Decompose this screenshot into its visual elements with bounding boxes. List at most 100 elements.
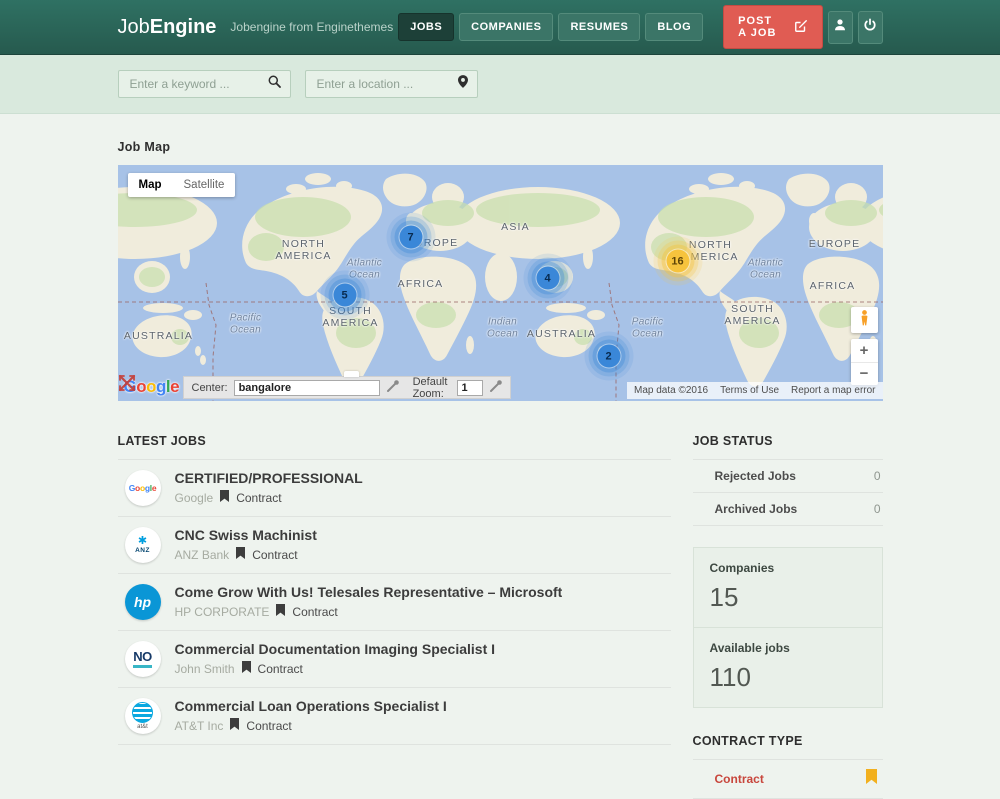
- contract-type-widget: CONTRACT TYPE Contract: [693, 734, 883, 799]
- search-icon[interactable]: [268, 75, 281, 93]
- pegman-icon: [859, 309, 870, 332]
- sidebar: JOB STATUS Rejected Jobs 0 Archived Jobs…: [693, 434, 883, 799]
- status-count: 0: [874, 469, 881, 483]
- post-a-job-button[interactable]: POST A JOB: [723, 5, 822, 49]
- nav-item-jobs[interactable]: JOBS: [398, 13, 454, 41]
- job-title[interactable]: CERTIFIED/PROFESSIONAL: [175, 471, 363, 486]
- company-logo-att: at&t: [125, 698, 161, 734]
- account-button[interactable]: [828, 11, 853, 44]
- job-map-title: Job Map: [118, 140, 883, 154]
- latest-jobs-section: LATEST JOBS Google CERTIFIED/PROFESSIONA…: [118, 434, 671, 799]
- keyword-search-field[interactable]: [118, 70, 291, 98]
- status-label: Rejected Jobs: [715, 469, 796, 483]
- site-stats-box: Companies 15 Available jobs 110: [693, 547, 883, 708]
- job-title[interactable]: CNC Swiss Machinist: [175, 528, 317, 543]
- job-list-item[interactable]: at&t Commercial Loan Operations Speciali…: [118, 688, 671, 745]
- sidebar-item-contract[interactable]: Contract: [693, 760, 883, 799]
- bookmark-icon: [236, 547, 245, 562]
- att-globe-icon: [132, 702, 153, 723]
- default-zoom-input[interactable]: [457, 380, 483, 396]
- location-pin-icon[interactable]: [458, 75, 468, 93]
- job-list-item[interactable]: Google CERTIFIED/PROFESSIONAL Google Con…: [118, 460, 671, 517]
- default-zoom-label: Default Zoom:: [413, 376, 451, 400]
- location-input[interactable]: [315, 76, 458, 92]
- sidebar-item-rejected-jobs[interactable]: Rejected Jobs 0: [693, 460, 883, 493]
- job-company: HP CORPORATE: [175, 605, 270, 619]
- stat-label: Available jobs: [710, 641, 866, 655]
- job-list-item[interactable]: ✱ ANZ CNC Swiss Machinist ANZ Bank Contr…: [118, 517, 671, 574]
- location-search-field[interactable]: [305, 70, 478, 98]
- stat-companies: Companies 15: [694, 548, 882, 627]
- job-type: Contract: [258, 662, 303, 676]
- set-center-tool-icon[interactable]: [386, 380, 399, 396]
- map-type-map-button[interactable]: Map: [128, 173, 173, 197]
- company-logo-hp: hp: [125, 584, 161, 620]
- job-type: Contract: [246, 719, 291, 733]
- job-title[interactable]: Come Grow With Us! Telesales Representat…: [175, 585, 563, 600]
- job-company: Google: [175, 491, 214, 505]
- att-logo-text: at&t: [137, 724, 148, 730]
- anz-flower-icon: ✱: [138, 536, 147, 547]
- company-logo-anz: ✱ ANZ: [125, 527, 161, 563]
- stat-value: 110: [710, 662, 866, 693]
- logo-text-light: Job: [118, 16, 150, 38]
- site-logo[interactable]: JobEngine: [118, 16, 217, 39]
- settings-bar-tab[interactable]: [344, 371, 359, 377]
- bookmark-icon: [276, 604, 285, 619]
- bookmark-icon: [220, 490, 229, 505]
- map-attribution: Map data ©2016 Terms of Use Report a map…: [627, 382, 882, 399]
- map-zoom-control: + −: [851, 339, 878, 385]
- job-list-item[interactable]: NO Commercial Documentation Imaging Spec…: [118, 631, 671, 688]
- contract-label: Contract: [715, 772, 764, 786]
- world-map-graphic: [118, 165, 883, 401]
- map-type-satellite-button[interactable]: Satellite: [173, 173, 236, 197]
- company-logo-no: NO: [125, 641, 161, 677]
- no-logo-text: NO: [133, 650, 152, 667]
- report-map-error-link[interactable]: Report a map error: [791, 385, 875, 396]
- map-cluster-marker-north-america[interactable]: 16: [666, 250, 689, 273]
- primary-nav: JOBS COMPANIES RESUMES BLOG: [393, 13, 703, 41]
- job-status-title: JOB STATUS: [693, 434, 883, 460]
- map-cluster-marker-south-america[interactable]: 5: [333, 284, 356, 307]
- stat-available-jobs: Available jobs 110: [694, 627, 882, 707]
- status-label: Archived Jobs: [715, 502, 798, 516]
- top-navbar: JobEngine Jobengine from Enginethemes JO…: [0, 0, 1000, 55]
- stat-value: 15: [710, 582, 866, 613]
- google-mini-logo: Google: [129, 483, 157, 493]
- job-company: AT&T Inc: [175, 719, 224, 733]
- map-cluster-marker-asia[interactable]: 4: [536, 267, 559, 290]
- map-type-control: Map Satellite: [128, 173, 236, 197]
- job-map[interactable]: AUSTRALIA Pacific Ocean NORTH AMERICA At…: [118, 165, 883, 401]
- latest-jobs-title: LATEST JOBS: [118, 434, 671, 460]
- map-cluster-marker-oceania[interactable]: 2: [597, 345, 620, 368]
- keyword-input[interactable]: [128, 76, 268, 92]
- nav-item-companies[interactable]: COMPANIES: [459, 13, 553, 41]
- nav-item-blog[interactable]: BLOG: [645, 13, 703, 41]
- logo-text-bold: Engine: [150, 16, 217, 38]
- zoom-in-button[interactable]: +: [851, 339, 878, 363]
- job-title[interactable]: Commercial Documentation Imaging Special…: [175, 642, 496, 657]
- set-zoom-tool-icon[interactable]: [489, 380, 502, 396]
- map-cluster-marker-europe[interactable]: 7: [399, 226, 422, 249]
- sidebar-item-archived-jobs[interactable]: Archived Jobs 0: [693, 493, 883, 526]
- terms-of-use-link[interactable]: Terms of Use: [720, 385, 779, 396]
- person-icon: [833, 18, 847, 37]
- map-settings-bar: Center: Default Zoom:: [183, 376, 511, 399]
- nav-item-resumes[interactable]: RESUMES: [558, 13, 640, 41]
- logout-button[interactable]: [858, 11, 883, 44]
- bookmark-yellow-icon: [866, 769, 877, 789]
- main-content: Job Map: [118, 140, 883, 799]
- map-data-text: Map data ©2016: [634, 385, 708, 396]
- search-bar-section: [0, 55, 1000, 114]
- map-center-input[interactable]: [234, 380, 380, 396]
- bookmark-icon: [230, 718, 239, 733]
- hp-logo-text: hp: [134, 594, 151, 610]
- bookmark-icon: [242, 661, 251, 676]
- job-list-item[interactable]: hp Come Grow With Us! Telesales Represen…: [118, 574, 671, 631]
- post-a-job-label: POST A JOB: [738, 15, 783, 39]
- company-logo-google: Google: [125, 470, 161, 506]
- job-title[interactable]: Commercial Loan Operations Specialist I: [175, 699, 447, 714]
- contract-type-title: CONTRACT TYPE: [693, 734, 883, 760]
- pegman-control[interactable]: [851, 307, 878, 333]
- compose-icon: [794, 19, 808, 36]
